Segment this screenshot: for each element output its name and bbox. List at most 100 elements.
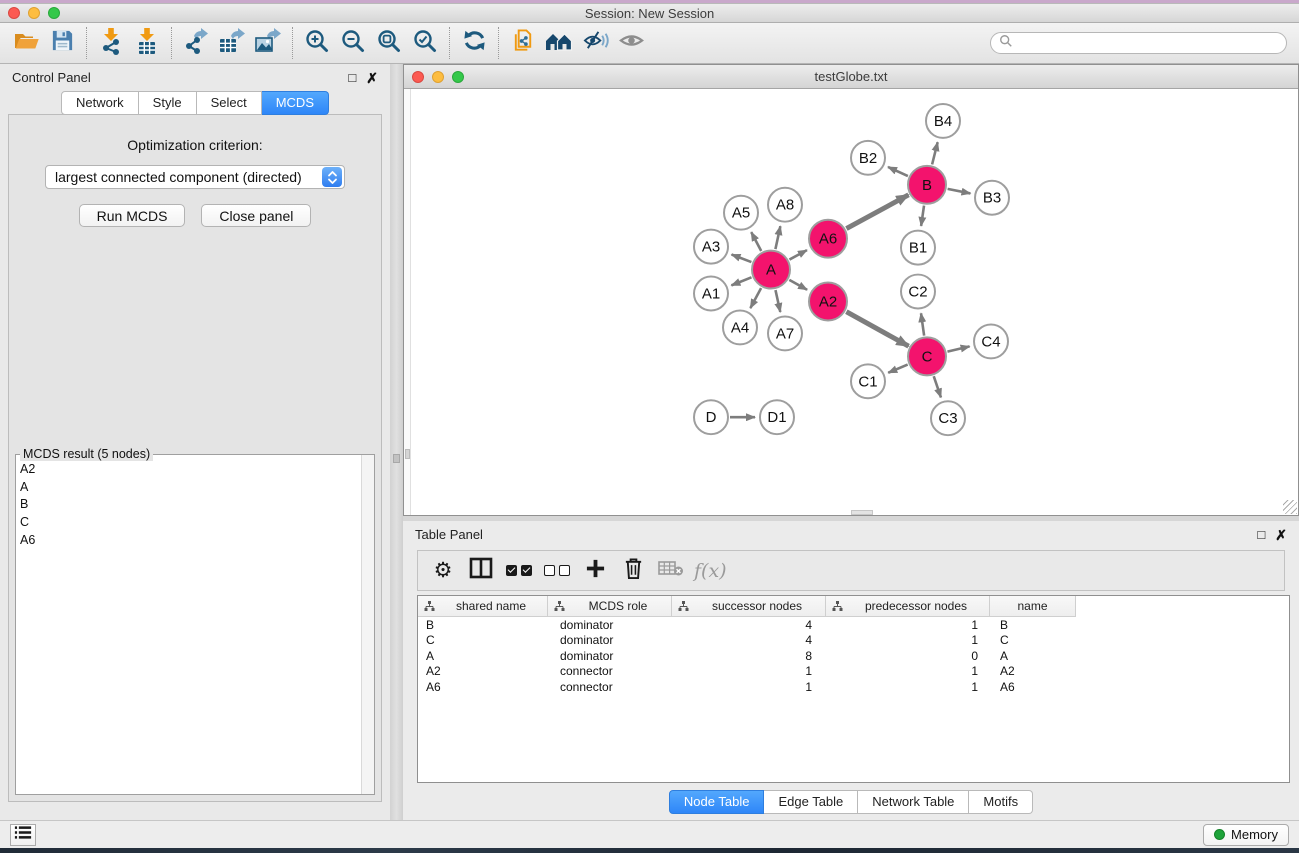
table-panel-title: Table Panel <box>415 527 483 542</box>
graph-node-A7[interactable]: A7 <box>768 316 802 350</box>
refresh-button[interactable] <box>456 26 492 60</box>
home-button[interactable] <box>541 26 577 60</box>
graph-node-D[interactable]: D <box>694 400 728 434</box>
tab-motifs[interactable]: Motifs <box>969 790 1033 814</box>
canvas-bottom-handle[interactable] <box>851 510 873 515</box>
import-table-icon <box>134 27 160 60</box>
network-graph[interactable]: B4 B2 B B3 A8 A5 A6 A3 B1 A C2 A1 A2 A4 A7 C4 C C1 C3 D D1 <box>404 89 1298 515</box>
export-table-button[interactable] <box>214 26 250 60</box>
network-canvas[interactable]: B4 B2 B B3 A8 A5 A6 A3 B1 A C2 A1 A2 A4 A7 C4 C C1 C3 D D1 <box>404 89 1298 515</box>
table-settings-button[interactable]: ⚙ <box>428 556 458 586</box>
mcds-result-item[interactable]: A2 <box>16 461 374 479</box>
select-all-button[interactable] <box>504 556 534 586</box>
graph-node-B[interactable]: B <box>908 166 946 204</box>
tab-network[interactable]: Network <box>61 91 139 115</box>
column-header-mcds-role[interactable]: MCDS role <box>548 596 672 617</box>
column-header-name[interactable]: name <box>990 596 1076 617</box>
mcds-result-item[interactable]: A6 <box>16 532 374 550</box>
zoom-selected-button[interactable] <box>407 26 443 60</box>
graph-node-C4[interactable]: C4 <box>974 324 1008 358</box>
save-session-button[interactable] <box>44 26 80 60</box>
graph-node-A1[interactable]: A1 <box>694 277 728 311</box>
table-delete-icon <box>658 559 684 582</box>
graph-node-D1[interactable]: D1 <box>760 400 794 434</box>
export-image-icon <box>254 27 282 59</box>
control-panel-header: Control Panel □ ✗ <box>0 64 390 91</box>
table-row[interactable]: A2connector11A2 <box>418 664 1289 680</box>
zoom-fit-button[interactable] <box>371 26 407 60</box>
list-icon <box>14 825 32 845</box>
import-network-button[interactable] <box>93 26 129 60</box>
show-panel-button[interactable] <box>613 26 649 60</box>
deselect-all-button[interactable] <box>542 556 572 586</box>
close-panel-icon[interactable]: ✗ <box>366 71 378 85</box>
zoom-in-button[interactable] <box>299 26 335 60</box>
float-table-panel-icon[interactable]: □ <box>1257 528 1265 541</box>
tab-mcds[interactable]: MCDS <box>262 91 329 115</box>
export-network-button[interactable] <box>178 26 214 60</box>
column-header-successor-nodes[interactable]: successor nodes <box>672 596 826 617</box>
mcds-result-item[interactable]: C <box>16 514 374 532</box>
canvas-left-scrollbar[interactable] <box>404 89 411 515</box>
import-table-button[interactable] <box>129 26 165 60</box>
tab-edge-table[interactable]: Edge Table <box>764 790 858 814</box>
graph-node-A8[interactable]: A8 <box>768 188 802 222</box>
hide-panel-button[interactable] <box>577 26 613 60</box>
zoom-out-button[interactable] <box>335 26 371 60</box>
export-image-button[interactable] <box>250 26 286 60</box>
tab-select[interactable]: Select <box>197 91 262 115</box>
graph-node-C[interactable]: C <box>908 337 946 375</box>
app-titlebar[interactable]: Session: New Session <box>0 4 1299 23</box>
criterion-select[interactable]: largest connected component (directed) <box>45 165 345 189</box>
graph-node-B3[interactable]: B3 <box>975 181 1009 215</box>
graph-node-B1[interactable]: B1 <box>901 231 935 265</box>
memory-button[interactable]: Memory <box>1203 824 1289 846</box>
tab-network-table[interactable]: Network Table <box>858 790 969 814</box>
function-builder-button[interactable]: f(x) <box>694 556 727 586</box>
divider-handle-icon[interactable] <box>393 454 400 463</box>
close-panel-button[interactable]: Close panel <box>201 204 311 227</box>
mcds-result-item[interactable]: A <box>16 479 374 497</box>
panel-divider[interactable] <box>390 64 403 820</box>
column-header-predecessor-nodes[interactable]: predecessor nodes <box>826 596 990 617</box>
run-mcds-button[interactable]: Run MCDS <box>79 204 186 227</box>
graph-node-A2[interactable]: A2 <box>809 283 847 321</box>
graph-node-C2[interactable]: C2 <box>901 275 935 309</box>
delete-column-button[interactable] <box>618 556 648 586</box>
graph-node-A6[interactable]: A6 <box>809 220 847 258</box>
cell-name: A <box>990 649 1076 663</box>
edge-A-A1 <box>731 277 751 285</box>
graph-node-B2[interactable]: B2 <box>851 141 885 175</box>
mcds-result-item[interactable]: B <box>16 496 374 514</box>
add-column-button[interactable] <box>580 556 610 586</box>
table-row[interactable]: Cdominator41C <box>418 633 1289 649</box>
network-window-titlebar[interactable]: testGlobe.txt <box>404 65 1298 89</box>
graph-node-A4[interactable]: A4 <box>723 310 757 344</box>
graph-node-A3[interactable]: A3 <box>694 230 728 264</box>
table-row[interactable]: A6connector11A6 <box>418 679 1289 695</box>
scrollbar-handle[interactable] <box>405 449 410 459</box>
resize-grip-icon[interactable] <box>1283 500 1297 514</box>
tab-node-table[interactable]: Node Table <box>669 790 765 814</box>
search-field[interactable] <box>990 32 1287 54</box>
tab-style[interactable]: Style <box>139 91 197 115</box>
table-row[interactable]: Adominator80A <box>418 648 1289 664</box>
task-history-button[interactable] <box>10 824 36 846</box>
cell-mcds-role: dominator <box>548 649 672 663</box>
float-panel-icon[interactable]: □ <box>348 71 356 84</box>
graph-node-A5[interactable]: A5 <box>724 196 758 230</box>
network-snapshot-button[interactable] <box>505 26 541 60</box>
main-content: Control Panel □ ✗ NetworkStyleSelectMCDS… <box>0 64 1299 820</box>
graph-node-C3[interactable]: C3 <box>931 401 965 435</box>
graph-node-A[interactable]: A <box>752 251 790 289</box>
result-list-scrollbar[interactable] <box>361 455 374 794</box>
column-header-shared-name[interactable]: shared name <box>418 596 548 617</box>
graph-node-B4[interactable]: B4 <box>926 104 960 138</box>
search-input[interactable] <box>1018 36 1278 50</box>
close-table-panel-icon[interactable]: ✗ <box>1275 528 1287 542</box>
toggle-columns-button[interactable] <box>466 556 496 586</box>
table-row[interactable]: Bdominator41B <box>418 617 1289 633</box>
open-session-button[interactable] <box>8 26 44 60</box>
graph-node-C1[interactable]: C1 <box>851 364 885 398</box>
delete-table-button[interactable] <box>656 556 686 586</box>
